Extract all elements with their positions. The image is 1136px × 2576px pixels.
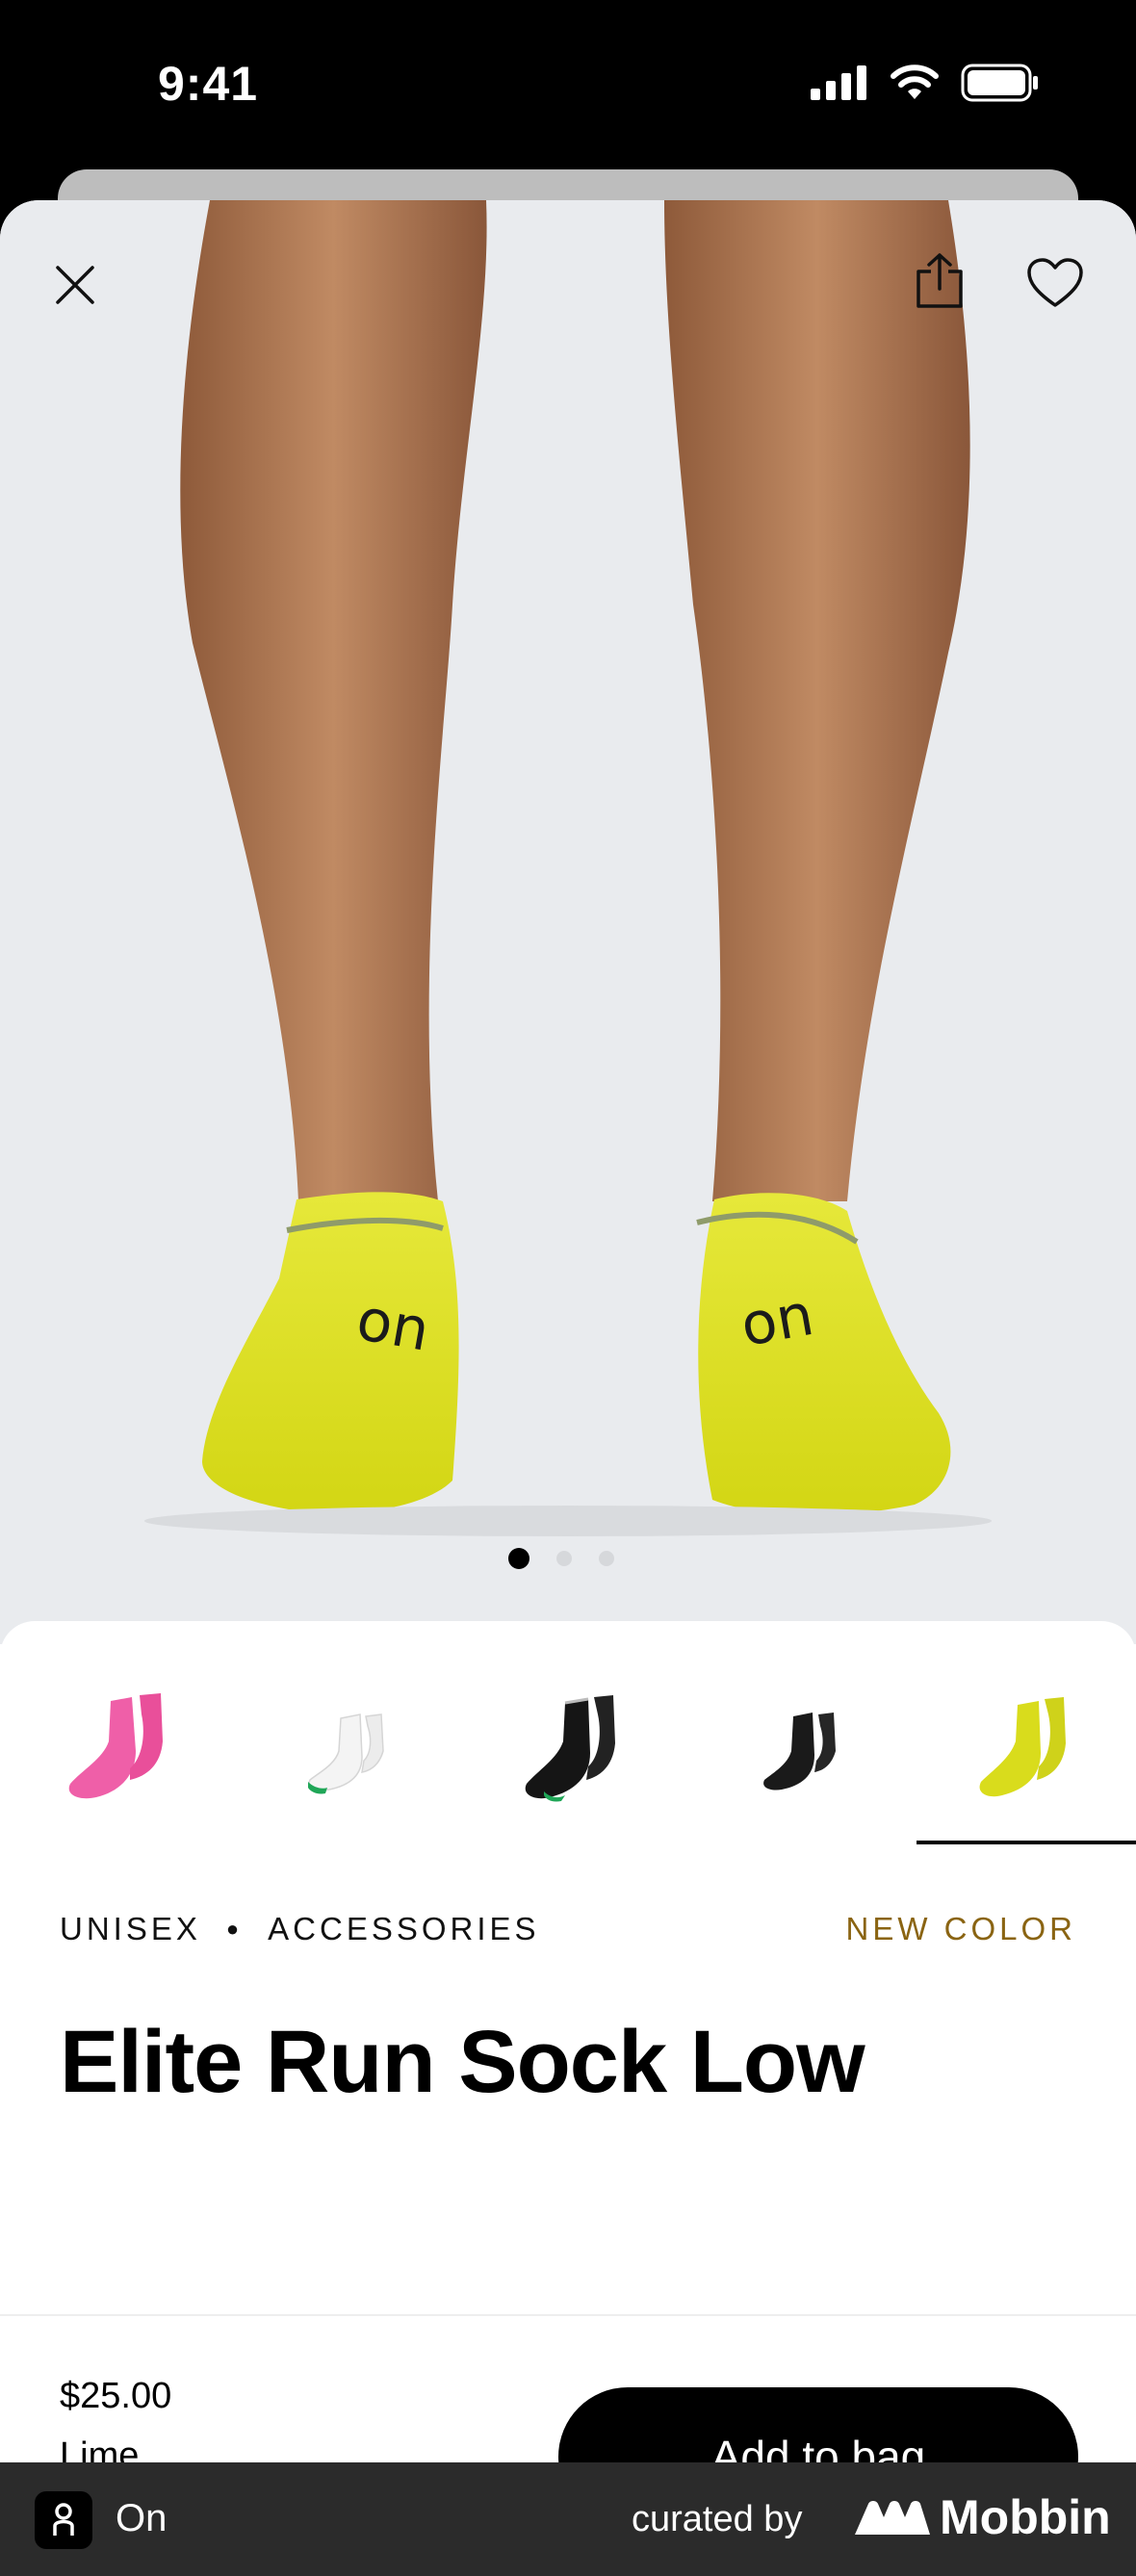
sock-thumbnail xyxy=(308,1713,384,1794)
attribution-footer: On curated by Mobbin xyxy=(0,2462,1136,2576)
wifi-icon xyxy=(891,64,939,99)
svg-text:on: on xyxy=(351,1286,434,1365)
battery-icon xyxy=(961,64,1038,102)
meta-separator: ● xyxy=(225,1917,244,1941)
heart-icon xyxy=(1027,258,1083,307)
status-icons xyxy=(811,64,1040,102)
product-meta: UNISEX ● ACCESSORIES NEW COLOR xyxy=(60,1910,1076,1948)
favorite-button[interactable] xyxy=(1017,245,1094,322)
share-icon xyxy=(917,253,963,308)
color-swatches xyxy=(19,1679,1136,1844)
brand-name: Mobbin xyxy=(940,2490,1111,2544)
swatch-white[interactable] xyxy=(245,1679,438,1814)
sock-thumbnail xyxy=(979,1697,1066,1797)
swatch-black-green[interactable] xyxy=(472,1679,664,1814)
add-to-bag-button[interactable]: Add to bag xyxy=(558,2387,1078,2462)
new-color-badge: NEW COLOR xyxy=(845,1911,1076,1946)
status-time: 9:41 xyxy=(158,57,259,111)
purchase-bar: $25.00 Lime Add to bag xyxy=(0,2314,1136,2462)
curated-by-label: curated by xyxy=(632,2499,803,2539)
svg-text:on: on xyxy=(736,1281,818,1360)
signal-icon xyxy=(811,65,866,100)
swatch-lime[interactable] xyxy=(917,1679,1136,1844)
carousel-pagination xyxy=(508,1548,614,1569)
sock-thumbnail xyxy=(68,1693,163,1799)
product-price: $25.00 xyxy=(60,2376,172,2416)
swatch-black[interactable] xyxy=(698,1679,891,1814)
product-image-carousel[interactable]: on on xyxy=(0,200,1136,1644)
product-photo: on on xyxy=(144,200,992,1536)
carousel-dot[interactable] xyxy=(508,1548,529,1569)
app-name: On xyxy=(116,2497,168,2539)
product-sheet: on on UNISEX ● ACCESSORIES NEW COLOR Eli… xyxy=(0,200,1136,2462)
share-button[interactable] xyxy=(901,243,978,320)
carousel-dot[interactable] xyxy=(599,1551,614,1566)
mobbin-logo-icon xyxy=(855,2501,930,2535)
app-logo-icon xyxy=(35,2491,92,2549)
gender-label: UNISEX xyxy=(60,1911,201,1946)
close-button[interactable] xyxy=(39,248,112,322)
sock-thumbnail xyxy=(763,1713,836,1790)
close-icon xyxy=(56,266,94,304)
selected-color: Lime xyxy=(60,2435,140,2462)
sock-thumbnail xyxy=(525,1695,615,1802)
status-bar: 9:41 xyxy=(0,0,1136,168)
carousel-dot[interactable] xyxy=(556,1551,572,1566)
category-label: ACCESSORIES xyxy=(268,1911,540,1946)
product-title: Elite Run Sock Low xyxy=(60,2013,865,2111)
mobbin-brand: Mobbin xyxy=(853,2489,1111,2545)
swatch-pink[interactable] xyxy=(19,1679,212,1814)
